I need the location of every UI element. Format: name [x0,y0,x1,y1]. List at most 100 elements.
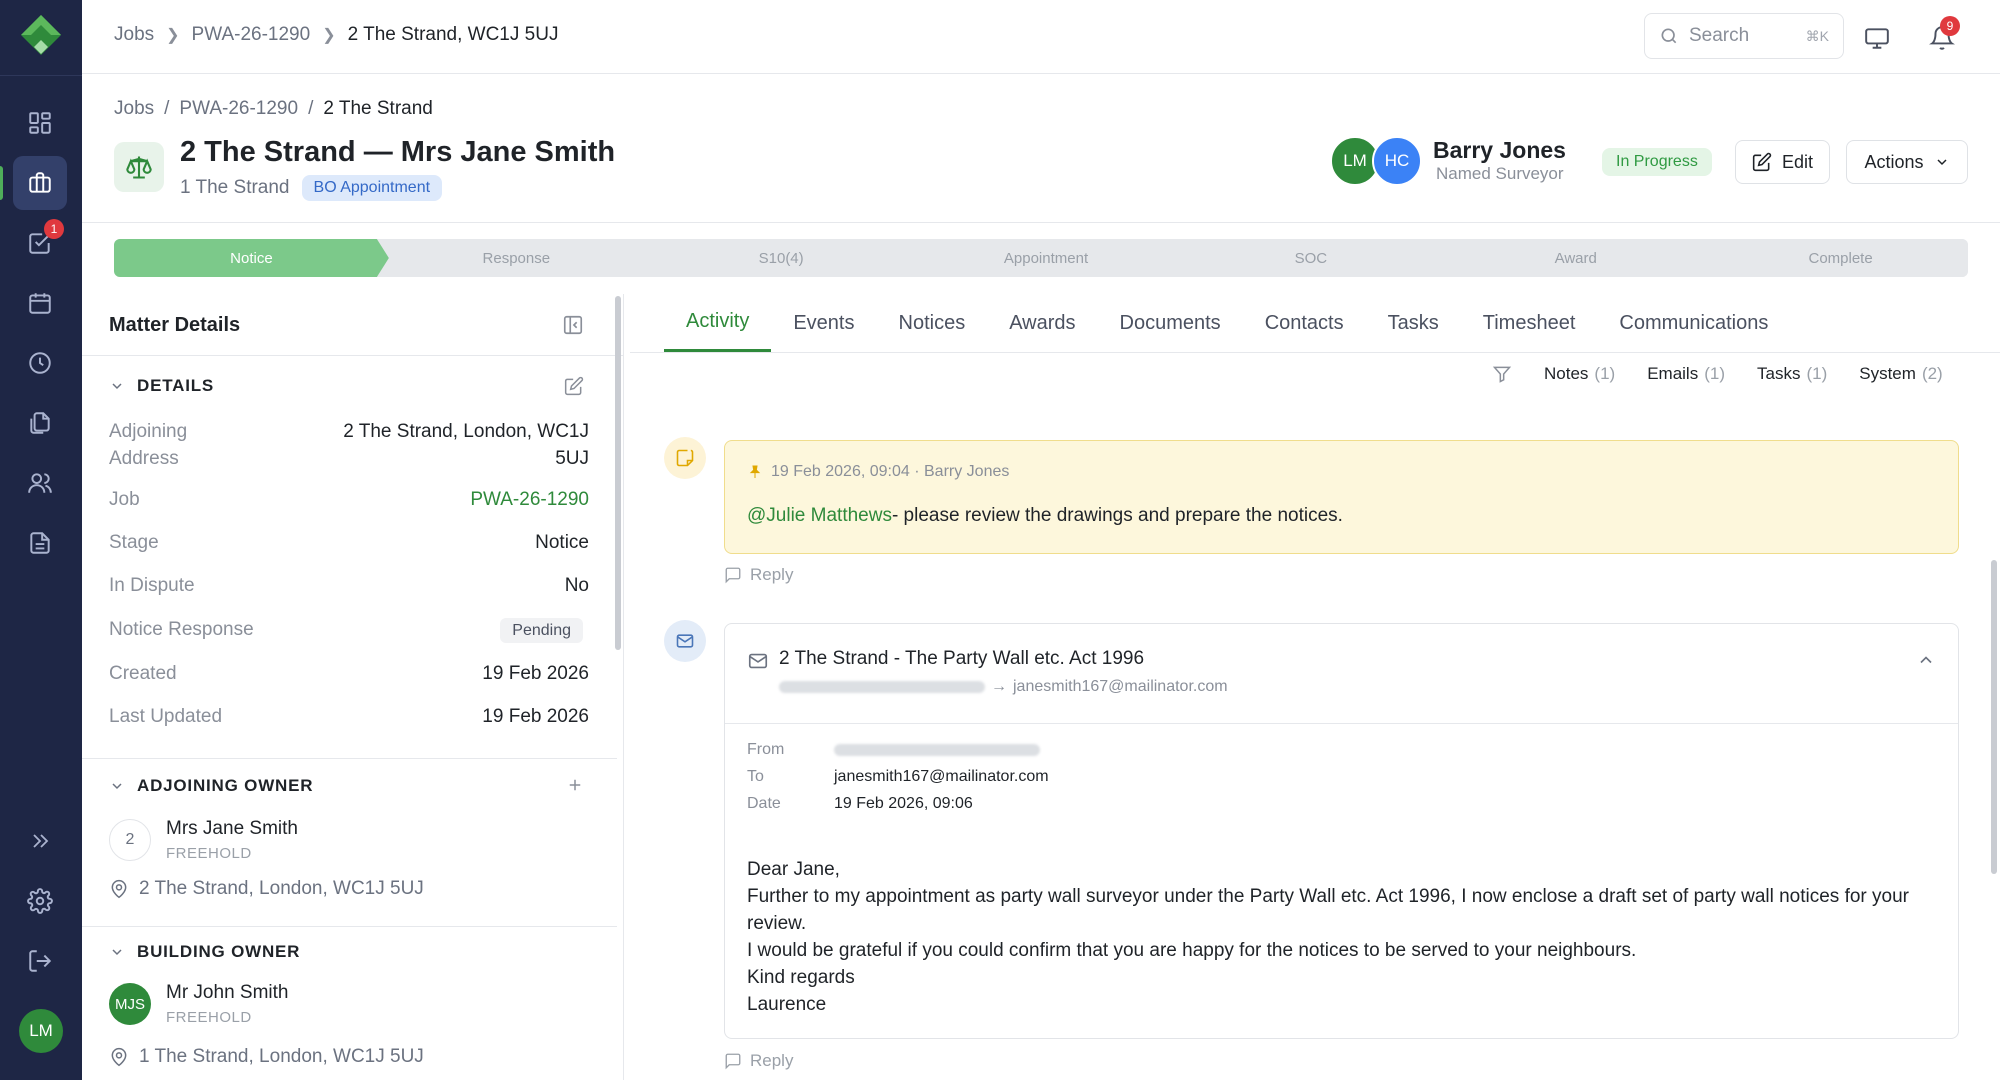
email-timeline-marker [664,620,706,662]
owner-avatar: 2 [109,819,151,861]
breadcrumb-separator: / [164,98,170,119]
dashboard-icon [27,110,53,136]
adjoining-owner-name[interactable]: Mrs Jane Smith [166,818,298,840]
notifications-button[interactable]: 9 [1922,16,1962,58]
stage-s10-4[interactable]: S10(4) [644,239,919,277]
email-reply-button[interactable]: Reply [724,1051,793,1071]
building-owner-name[interactable]: Mr John Smith [166,982,288,1004]
panel-scrollbar[interactable] [615,296,621,650]
rail-jobs[interactable] [0,156,67,210]
rail-tasks[interactable]: 1 [13,216,67,270]
email-divider [725,723,1958,724]
breadcrumb-job-ref[interactable]: PWA-26-1290 [192,24,311,46]
stage-notice[interactable]: Notice [114,239,389,277]
search-placeholder: Search [1689,25,1750,46]
tab-timesheet[interactable]: Timesheet [1461,294,1598,352]
user-avatar[interactable]: LM [19,1009,63,1053]
breadcrumb-job-ref[interactable]: PWA-26-1290 [179,98,298,120]
scales-icon [125,153,153,181]
email-date-value: 19 Feb 2026, 09:06 [834,795,973,812]
rail-reports[interactable] [13,516,67,570]
files-icon [27,410,53,436]
edit-details-button[interactable] [564,376,584,396]
search-input[interactable]: Search ⌘K [1644,13,1844,59]
filter-label: System [1859,364,1916,383]
filter-count: (1) [1704,364,1725,383]
sidebar-collapse-icon [562,314,584,336]
tab-tasks[interactable]: Tasks [1366,294,1461,352]
chevron-down-icon [109,778,125,794]
calendar-icon [27,290,53,316]
tab-activity[interactable]: Activity [664,294,772,352]
collapse-email-button[interactable] [1916,650,1936,670]
rail-calendar[interactable] [13,276,67,330]
note-reply-button[interactable]: Reply [724,565,793,585]
stage-response[interactable]: Response [379,239,654,277]
rail-expand[interactable] [13,814,67,868]
monitor-button[interactable] [1857,18,1897,58]
panel-title: Matter Details [109,314,241,336]
stage-soc[interactable]: SOC [1173,239,1448,277]
tab-events[interactable]: Events [771,294,876,352]
activity-scrollbar[interactable] [1991,560,1997,874]
rail-logout[interactable] [13,934,67,988]
chevron-right-icon: ❯ [322,27,336,44]
email-body-line: Kind regards [747,967,855,988]
edit-icon [564,376,584,396]
tasks-badge: 1 [44,219,64,239]
arrow-right-icon: → [991,678,1007,695]
details-heading: DETAILS [137,376,215,395]
rail-dashboard[interactable] [13,96,67,150]
tab-contacts[interactable]: Contacts [1243,294,1366,352]
logout-icon [27,948,53,974]
chevrons-right-icon [28,829,52,853]
app-logo[interactable] [17,12,65,60]
filter-tasks[interactable]: Tasks (1) [1757,364,1827,384]
tab-documents[interactable]: Documents [1098,294,1243,352]
detail-value-job-link[interactable]: PWA-26-1290 [470,486,589,513]
pinned-note-card: 19 Feb 2026, 09:04 · Barry Jones @Julie … [724,440,1959,554]
filter-icon[interactable] [1492,364,1512,384]
actions-button[interactable]: Actions [1846,140,1968,184]
email-subject[interactable]: 2 The Strand - The Party Wall etc. Act 1… [779,648,1144,670]
rail-divider [0,75,82,76]
mention-link[interactable]: @Julie Matthews [747,505,892,526]
tab-communications[interactable]: Communications [1597,294,1790,352]
tab-awards[interactable]: Awards [987,294,1097,352]
note-body: - please review the drawings and prepare… [891,505,1343,526]
top-breadcrumb: Jobs ❯ PWA-26-1290 ❯ 2 The Strand, WC1J … [114,24,558,46]
rail-settings[interactable] [13,874,67,928]
stage-complete[interactable]: Complete [1703,239,1968,277]
detail-value-stage: Notice [535,532,589,553]
details-section-toggle[interactable]: DETAILS [109,376,214,396]
adjoining-owner-section-toggle[interactable]: ADJOINING OWNER [109,776,313,796]
rail-contacts[interactable] [13,456,67,510]
tab-notices[interactable]: Notices [877,294,988,352]
chevron-down-icon [109,944,125,960]
filter-notes[interactable]: Notes (1) [1544,364,1615,384]
edit-icon [1752,152,1772,172]
building-owner-section-toggle[interactable]: BUILDING OWNER [109,942,300,962]
filter-label: Notes [1544,364,1589,383]
detail-value-in-dispute: No [564,575,589,596]
stage-appointment[interactable]: Appointment [909,239,1184,277]
detail-value-notice-response-wrap: Pending [500,616,583,644]
rail-timesheet[interactable] [13,336,67,390]
add-owner-button[interactable] [566,776,584,794]
breadcrumb-jobs[interactable]: Jobs [114,98,154,120]
edit-button[interactable]: Edit [1735,140,1830,184]
collapse-panel-button[interactable] [562,314,584,336]
activity-filters: Notes (1) Emails (1) Tasks (1) System (2) [1492,364,1943,384]
avatar-hc[interactable]: HC [1372,136,1422,186]
filter-emails[interactable]: Emails (1) [1647,364,1725,384]
chevron-down-icon [1934,154,1950,170]
breadcrumb-jobs[interactable]: Jobs [114,24,154,46]
rail-documents[interactable] [13,396,67,450]
actions-label: Actions [1864,151,1924,172]
mail-icon [675,631,695,651]
stage-award[interactable]: Award [1438,239,1713,277]
surveyor-name: Barry Jones [1433,137,1566,163]
tabs-divider [630,352,2000,353]
edit-label: Edit [1781,151,1814,172]
filter-system[interactable]: System (2) [1859,364,1942,384]
